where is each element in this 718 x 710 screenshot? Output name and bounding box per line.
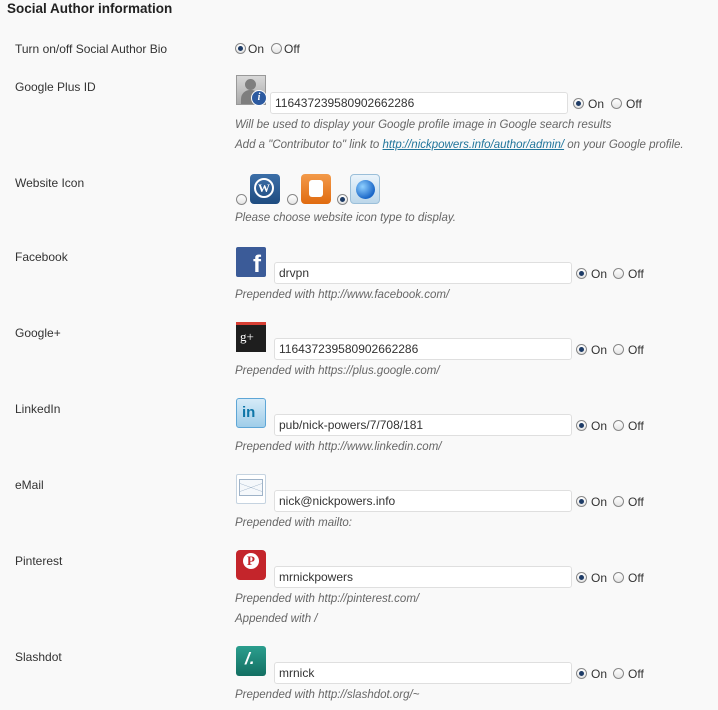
facebook-on-radio[interactable] [576, 268, 587, 279]
pinterest-append-description: Appended with / [235, 613, 318, 625]
slashdot-input[interactable] [274, 662, 572, 684]
linkedin-icon: in [236, 398, 266, 428]
bio-toggle-label: Turn on/off Social Author Bio [15, 42, 168, 56]
google-plus-id-input[interactable] [270, 92, 568, 114]
google-plus-id-description: Will be used to display your Google prof… [235, 119, 612, 131]
pinterest-off-radio[interactable] [613, 572, 624, 583]
section-title: Social Author information [7, 1, 173, 16]
pinterest-input[interactable] [274, 566, 572, 588]
google-plus-off-label: Off [628, 343, 644, 357]
facebook-off-label: Off [628, 267, 644, 281]
website-icon-blogger-radio[interactable] [287, 194, 298, 205]
website-icon-label: Website Icon [15, 176, 85, 190]
facebook-on-label: On [591, 267, 608, 281]
email-off-radio[interactable] [613, 496, 624, 507]
email-description: Prepended with mailto: [235, 517, 352, 529]
google-plus-id-off-label: Off [626, 97, 642, 111]
contributor-text-prefix: Add a "Contributor to" link to [235, 139, 383, 151]
bio-on-label: On [248, 42, 265, 56]
linkedin-input[interactable] [274, 414, 572, 436]
blogger-icon [301, 174, 331, 204]
slashdot-off-label: Off [628, 667, 644, 681]
slashdot-off-radio[interactable] [613, 668, 624, 679]
website-icon-description: Please choose website icon type to displ… [235, 212, 456, 224]
linkedin-off-label: Off [628, 419, 644, 433]
email-input[interactable] [274, 490, 572, 512]
facebook-description: Prepended with http://www.facebook.com/ [235, 289, 450, 301]
contributor-description: Add a "Contributor to" link to http://ni… [235, 139, 684, 151]
pinterest-icon: P [236, 550, 266, 580]
facebook-icon: f [236, 247, 266, 277]
linkedin-label: LinkedIn [15, 402, 61, 416]
slashdot-label: Slashdot [15, 650, 62, 664]
website-icon-wordpress-radio[interactable] [236, 194, 247, 205]
linkedin-off-radio[interactable] [613, 420, 624, 431]
linkedin-on-radio[interactable] [576, 420, 587, 431]
bio-off-radio[interactable] [271, 43, 282, 54]
google-plus-icon: g+ [236, 322, 266, 352]
email-label: eMail [15, 478, 44, 492]
facebook-input[interactable] [274, 262, 572, 284]
pinterest-on-radio[interactable] [576, 572, 587, 583]
email-on-label: On [591, 495, 608, 509]
bio-on-radio[interactable] [235, 43, 246, 54]
facebook-off-radio[interactable] [613, 268, 624, 279]
google-profile-icon: i [236, 75, 267, 106]
slashdot-on-label: On [591, 667, 608, 681]
google-plus-id-on-radio[interactable] [573, 98, 584, 109]
pinterest-on-label: On [591, 571, 608, 585]
linkedin-on-label: On [591, 419, 608, 433]
google-plus-description: Prepended with https://plus.google.com/ [235, 365, 440, 377]
pinterest-description: Prepended with http://pinterest.com/ [235, 593, 420, 605]
bio-off-label: Off [284, 42, 300, 56]
slashdot-icon: /. [236, 646, 266, 676]
email-off-label: Off [628, 495, 644, 509]
pinterest-off-label: Off [628, 571, 644, 585]
pinterest-label: Pinterest [15, 554, 63, 568]
google-plus-on-radio[interactable] [576, 344, 587, 355]
google-plus-label: Google+ [15, 326, 61, 340]
google-plus-id-label: Google Plus ID [15, 80, 96, 94]
website-icon-globe-radio[interactable] [337, 194, 348, 205]
google-plus-id-off-radio[interactable] [611, 98, 622, 109]
google-plus-id-on-label: On [588, 97, 605, 111]
slashdot-on-radio[interactable] [576, 668, 587, 679]
email-on-radio[interactable] [576, 496, 587, 507]
author-profile-link[interactable]: http://nickpowers.info/author/admin/ [383, 139, 565, 151]
globe-icon [350, 174, 380, 204]
google-plus-input[interactable] [274, 338, 572, 360]
linkedin-description: Prepended with http://www.linkedin.com/ [235, 441, 442, 453]
contributor-text-suffix: on your Google profile. [564, 139, 684, 151]
mail-icon [236, 474, 266, 504]
wordpress-icon: W [250, 174, 280, 204]
slashdot-description: Prepended with http://slashdot.org/~ [235, 689, 420, 701]
google-plus-off-radio[interactable] [613, 344, 624, 355]
google-plus-on-label: On [591, 343, 608, 357]
facebook-label: Facebook [15, 250, 68, 264]
